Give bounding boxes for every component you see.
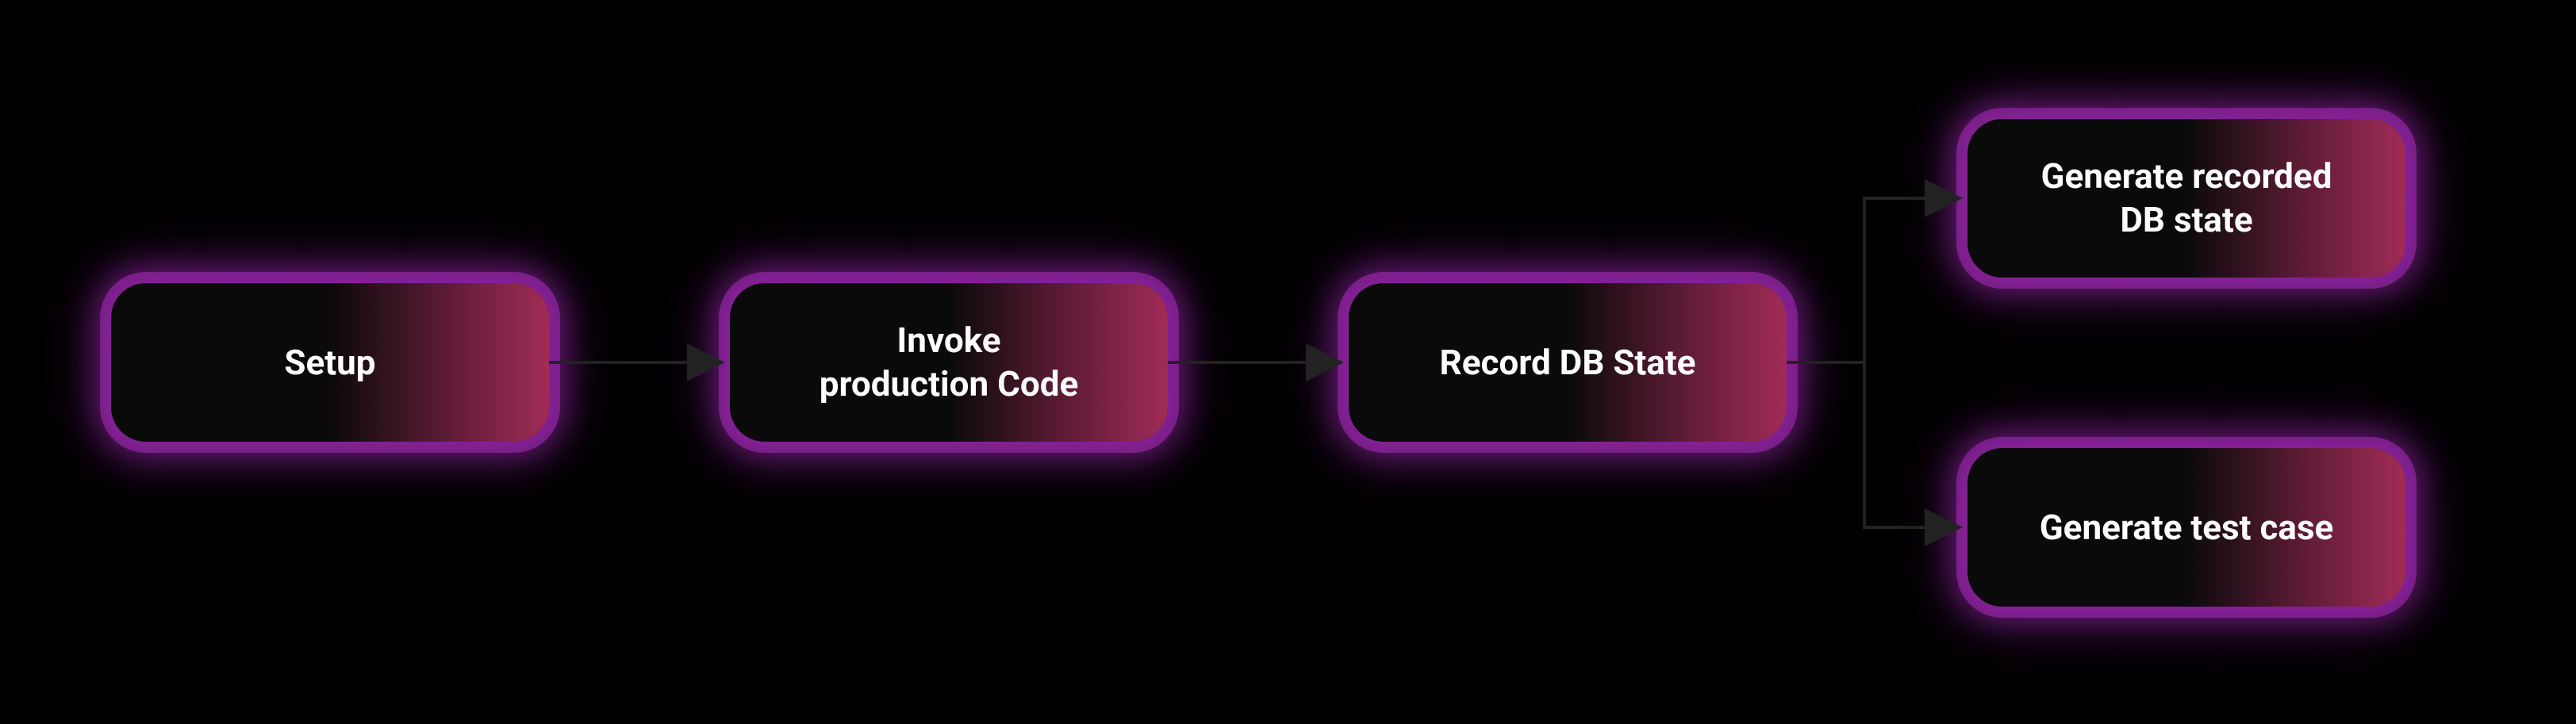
node-generate-test-label: Generate test case (2040, 506, 2334, 550)
node-generate-test: Generate test case (1968, 448, 2405, 607)
node-setup: Setup (111, 283, 549, 442)
node-record-label: Record DB State (1440, 341, 1696, 385)
node-generate-db: Generate recordedDB state (1968, 119, 2405, 278)
connector-record-generate-db (1787, 198, 1956, 362)
node-record: Record DB State (1349, 283, 1787, 442)
node-setup-label: Setup (284, 341, 375, 385)
node-invoke-label: Invokeproduction Code (820, 319, 1079, 406)
node-invoke: Invokeproduction Code (730, 283, 1168, 442)
node-generate-db-label: Generate recordedDB state (2041, 155, 2332, 242)
connector-record-generate-test (1787, 362, 1956, 527)
